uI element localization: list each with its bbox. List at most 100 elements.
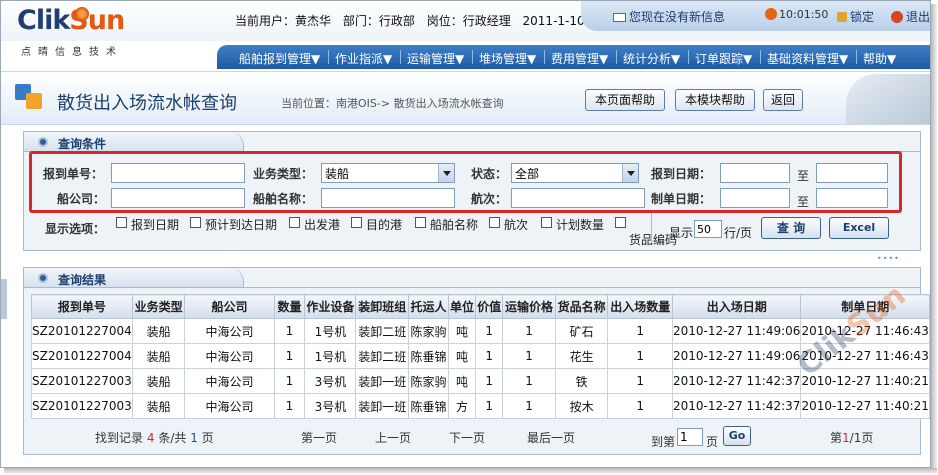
module-icon [15,84,43,110]
cell-inout-date: 2010-12-27 11:42:37 [671,368,802,394]
page-size-input[interactable] [694,220,722,238]
nav-item-job-assign[interactable]: 作业指派▼ [335,50,392,67]
cell-inout-qty: 1 [607,393,673,419]
module-help-button[interactable]: 本模块帮助 [675,89,755,111]
col-goods-name[interactable]: 货品名称 [554,294,609,319]
cell-freight-price: 1 [502,343,556,369]
opt-departure-port-checkbox[interactable] [289,217,300,228]
cell-report-no: SZ20101227003 [31,393,133,419]
panel-collapse-handle[interactable]: •••• [877,254,900,263]
cell-unit: 吨 [447,343,477,369]
power-icon [891,11,903,23]
col-freight-price[interactable]: 运输价格 [502,294,556,319]
cell-goods-name: 铁 [554,368,609,394]
display-options-label: 显示选项： [45,222,106,236]
nav-item-fees[interactable]: 费用管理▼ [551,50,608,67]
col-quantity[interactable]: 数量 [273,294,306,319]
table-row[interactable]: SZ20101227003 装船 中海公司 1 3号机 装卸一班 陈家驹吨 1 1 铁 1 2010-… [31,368,930,394]
excel-button[interactable]: Excel [829,217,889,239]
cell-inout-qty: 1 [607,368,673,394]
shadow [4,468,937,474]
col-equipment[interactable]: 作业设备 [304,294,357,319]
logo-part1: Clik [17,5,70,36]
lock-button[interactable]: 锁定 [837,8,874,25]
current-prefix: 第 [830,431,843,445]
back-button[interactable]: 返回 [763,89,803,111]
logo-eye-icon [75,7,89,21]
nav-item-order-tracking[interactable]: 订单跟踪▼ [695,50,752,67]
opt-voyage-checkbox[interactable] [489,217,500,228]
opt-eta-checkbox[interactable] [190,217,201,228]
nav-separator [400,50,401,64]
opt-report-date-checkbox[interactable] [116,217,127,228]
bullet-icon [38,137,48,147]
record-count: 4 [146,431,155,445]
app-frame: ClikSun 点晴信息技术 当前用户：黄杰华 部门：行政部 岗位：行政经理 2… [0,0,931,468]
shadow [931,4,937,472]
table-row[interactable]: SZ20101227003 装船 中海公司 1 3号机 装卸一班 陈垂锦方 1 1 按木 1 2010… [31,393,930,419]
opt-goods-code-checkbox[interactable] [615,217,626,228]
cell-shipper: 陈家驹 [408,318,449,344]
opt-ship-name-checkbox[interactable] [415,217,426,228]
cell-shipper: 陈家驹 [408,368,449,394]
exit-button[interactable]: 退出 [891,8,930,25]
cell-value: 1 [475,343,504,369]
col-ship-company[interactable]: 船公司 [184,294,275,319]
cell-quantity: 1 [273,343,306,369]
nav-item-ship-report[interactable]: 船舶报到管理▼ [239,50,320,67]
results-panel-header: 查询结果 [24,268,244,288]
col-inout-date[interactable]: 出入场日期 [671,294,802,319]
cell-value: 1 [475,393,504,419]
clock: 10:01:50 [765,8,828,21]
opt-destination-port-checkbox[interactable] [351,217,362,228]
query-button[interactable]: 查 询 [761,217,821,239]
message-link[interactable]: 您现在没有新信息 [613,8,725,25]
page-size-suffix: 行/页 [724,226,753,240]
found-mid: 条/共 [158,431,187,445]
found-prefix: 找到记录 [95,431,144,445]
page-help-button[interactable]: 本页面帮助 [585,89,665,111]
nav-separator [544,50,545,64]
last-page-link[interactable]: 最后一页 [527,429,575,446]
table-row[interactable]: SZ20101227004 装船 中海公司 1 1号机 装卸二班 陈家驹吨 1 1 矿石 1 2010… [31,318,930,344]
opt-planned-qty-checkbox[interactable] [541,217,552,228]
prev-page-link[interactable]: 上一页 [375,429,411,446]
goto-page-input[interactable] [677,428,703,446]
nav-item-yard[interactable]: 堆场管理▼ [479,50,536,67]
col-report-no[interactable]: 报到单号 [31,294,133,319]
cell-quantity: 1 [273,393,306,419]
cell-goods-name: 矿石 [554,318,609,344]
nav-item-master-data[interactable]: 基础资料管理▼ [767,50,848,67]
goto-suffix: 页 [706,435,719,449]
nav-item-stats[interactable]: 统计分析▼ [623,50,680,67]
cell-equipment: 1号机 [304,318,357,344]
page-title: 散货出入场流水帐查询 [57,93,237,114]
col-biz-type[interactable]: 业务类型 [131,294,186,319]
current-mid: /1 [849,431,862,445]
col-inout-qty[interactable]: 出入场数量 [607,294,673,319]
page-count: 1 [190,431,198,445]
col-unit[interactable]: 单位 [447,294,477,319]
nav-item-transport[interactable]: 运输管理▼ [407,50,464,67]
lock-icon [837,12,847,22]
cell-shipper: 陈垂锦 [408,393,449,419]
col-shipper[interactable]: 托运人 [408,294,449,319]
handshake-image [846,74,930,124]
col-value[interactable]: 价值 [475,294,504,319]
query-panel-title: 查询条件 [58,137,107,151]
first-page-link[interactable]: 第一页 [301,429,337,446]
col-crew[interactable]: 装卸班组 [355,294,410,319]
exit-label: 退出 [906,10,931,24]
current-page-info: 第1/1页 [830,429,873,446]
next-page-link[interactable]: 下一页 [449,429,485,446]
cell-doc-date: 2010-12-27 11:40:21 [800,393,930,419]
nav-item-help[interactable]: 帮助▼ [863,50,896,67]
go-button[interactable]: Go [723,426,751,446]
cell-biz-type: 装船 [131,318,186,344]
cell-inout-date: 2010-12-27 11:42:37 [671,393,802,419]
nav-separator [328,50,329,64]
cell-unit: 吨 [447,318,477,344]
sidebar-toggle[interactable] [1,279,7,319]
divider [651,213,652,243]
department: 部门：行政部 [342,14,415,28]
